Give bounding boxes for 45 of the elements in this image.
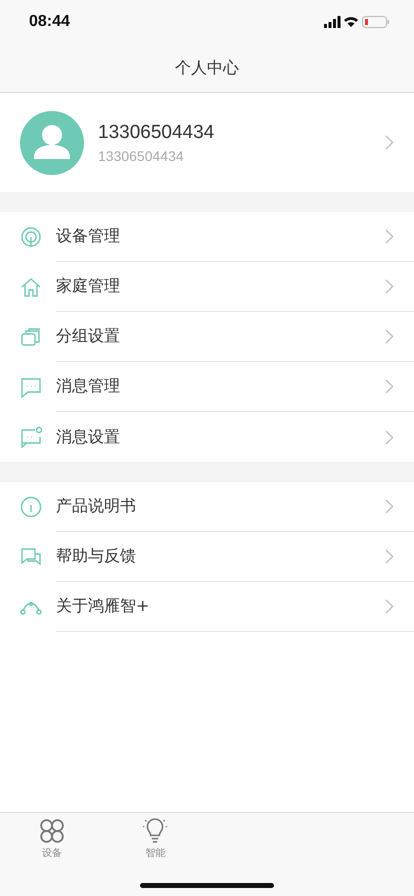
- wifi-icon: [344, 17, 358, 27]
- menu-item[interactable]: 关于鸿雁智+: [0, 582, 414, 632]
- chevron-icon: [385, 499, 394, 514]
- menu-item[interactable]: 设备管理: [0, 212, 414, 262]
- menu-label: 帮助与反馈: [56, 546, 136, 567]
- menu-label: 关于鸿雁智+: [56, 596, 150, 617]
- chevron-icon: [385, 430, 394, 444]
- message-gear-icon: [20, 426, 42, 448]
- menu-label: 家庭管理: [56, 276, 120, 297]
- chevron-icon: [385, 135, 394, 150]
- lightbulb-icon: [142, 818, 168, 844]
- profile-name: 13306504434: [98, 122, 216, 144]
- tab-label: 智能: [145, 846, 166, 860]
- menu-item[interactable]: 分组设置: [0, 312, 414, 362]
- chevron-icon: [385, 599, 394, 614]
- tab-label: 设备: [42, 846, 62, 860]
- menu-item[interactable]: 消息管理: [0, 362, 414, 412]
- chevron-icon: [385, 329, 394, 344]
- menu-label: 设备管理: [56, 226, 120, 247]
- chat-bubbles-icon: [20, 546, 42, 568]
- signal-icon: [324, 16, 340, 28]
- avatar-icon: [20, 110, 84, 174]
- chevron-icon: [385, 229, 394, 244]
- layers-icon: [20, 326, 42, 348]
- menu-item[interactable]: 家庭管理: [0, 262, 414, 312]
- menu-label: 产品说明书: [56, 496, 136, 517]
- profile-row[interactable]: 13306504434 13306504434: [0, 93, 414, 192]
- message-icon: [20, 376, 42, 398]
- page-title: 个人中心: [175, 58, 239, 78]
- chevron-icon: [385, 379, 394, 394]
- menu-label: 分组设置: [56, 326, 120, 347]
- status-time: 08:44: [29, 13, 70, 31]
- menu-label: 消息管理: [56, 376, 120, 397]
- battery-icon: [362, 16, 389, 28]
- profile-account: 13306504434: [98, 148, 185, 164]
- signal-icon: [20, 226, 42, 248]
- chevron-icon: [385, 549, 394, 564]
- house-icon: [20, 276, 42, 298]
- menu-item[interactable]: 帮助与反馈: [0, 532, 414, 582]
- info-icon: [20, 496, 42, 518]
- menu-item[interactable]: 产品说明书: [0, 482, 414, 532]
- grid-icon: [38, 818, 65, 844]
- menu-item[interactable]: 消息设置: [0, 412, 414, 462]
- chevron-icon: [385, 279, 394, 294]
- menu-label: 消息设置: [56, 426, 120, 448]
